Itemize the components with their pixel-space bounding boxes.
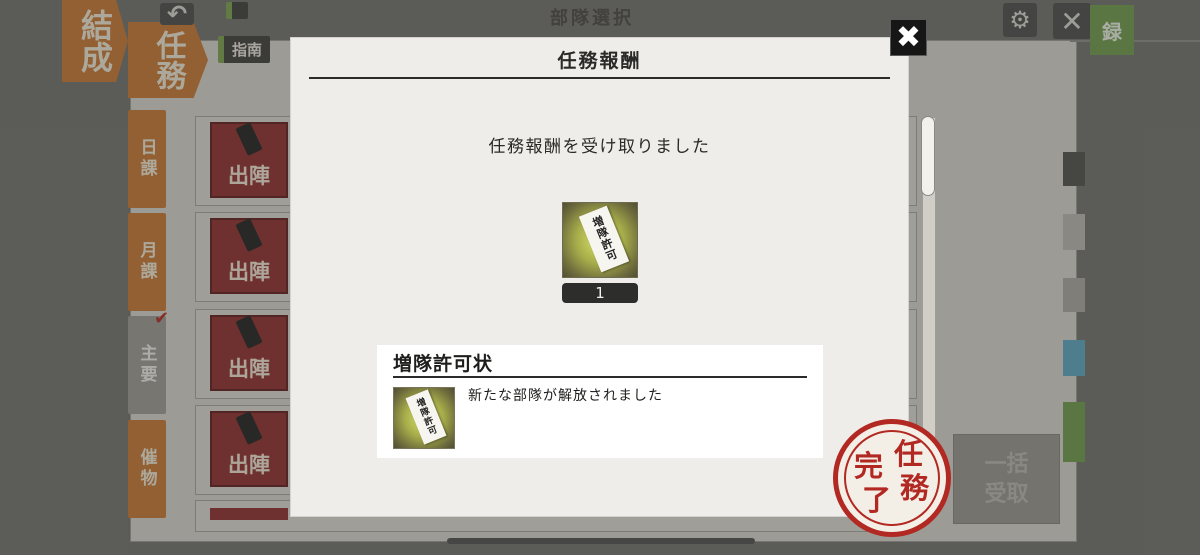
permit-paper: 増隊許可 — [578, 205, 630, 273]
scrollbar-thumb[interactable] — [921, 116, 935, 196]
item-thumbnail-icon: 増隊許可 — [393, 387, 455, 449]
item-description: 新たな部隊が解放されました — [468, 388, 663, 404]
reward-dialog: 任務報酬 任務報酬を受け取りました 増隊許可 1 増隊許可状 増隊許可 新たな部… — [291, 38, 908, 516]
stamp-char: 任 — [894, 437, 924, 471]
permit-paper: 増隊許可 — [405, 389, 447, 445]
mission-complete-stamp: 任 務 完 了 — [833, 419, 951, 537]
stamp-char: 了 — [862, 483, 892, 517]
reward-message: 任務報酬を受け取りました — [488, 137, 711, 157]
close-icon[interactable]: ✖ — [890, 19, 927, 56]
stamp-char: 完 — [854, 449, 884, 483]
item-name-divider — [393, 376, 807, 378]
reinforcement-permit-icon[interactable]: 増隊許可 — [562, 202, 638, 278]
dialog-title: 任務報酬 — [557, 50, 642, 72]
reward-count-badge: 1 — [562, 283, 638, 303]
title-divider — [309, 77, 890, 79]
item-name: 増隊許可状 — [393, 353, 494, 375]
stamp-char: 務 — [900, 471, 930, 505]
item-detail-card: 増隊許可状 増隊許可 新たな部隊が解放されました — [377, 345, 823, 458]
